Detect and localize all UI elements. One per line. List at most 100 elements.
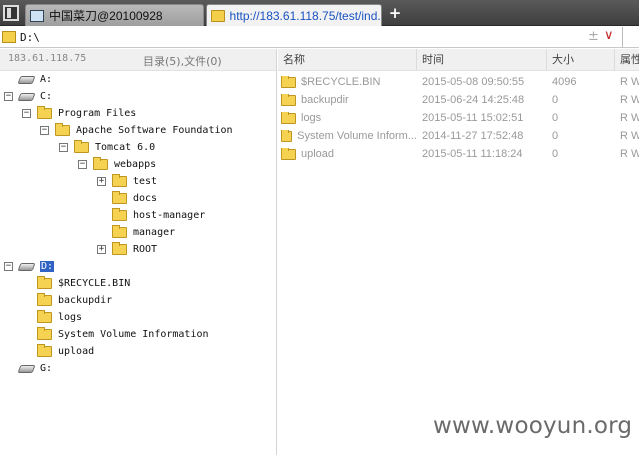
file-attr: R W: [620, 94, 639, 106]
folder-icon: [112, 174, 127, 187]
tree-node-label: webapps: [114, 159, 157, 170]
tree-node[interactable]: $RECYCLE.BIN: [22, 275, 130, 292]
folder-icon: [281, 76, 296, 88]
file-name-cell: upload: [281, 148, 417, 160]
folder-icon: [55, 123, 70, 136]
file-name: $RECYCLE.BIN: [301, 76, 381, 88]
tree-node[interactable]: − webapps: [78, 156, 156, 173]
tree-node[interactable]: − D:: [4, 258, 55, 275]
drive-icon: [17, 262, 36, 271]
tab-bar: 中国菜刀@20100928 http://183.61.118.75/test/…: [0, 0, 639, 26]
collapse-toggle[interactable]: −: [78, 160, 87, 169]
file-attr: R W: [620, 112, 639, 124]
add-bookmark-button[interactable]: ±: [588, 29, 599, 44]
tree-node-label: Tomcat 6.0: [95, 142, 156, 153]
tree-node[interactable]: backupdir: [22, 292, 112, 309]
file-time: 2014-11-27 17:52:48: [422, 130, 524, 142]
file-time: 2015-05-08 09:50:55: [422, 76, 525, 88]
tree-node[interactable]: − Apache Software Foundation: [40, 122, 233, 139]
folder-icon: [93, 157, 108, 170]
collapse-toggle[interactable]: −: [4, 92, 13, 101]
tab-url[interactable]: http://183.61.118.75/test/ind...: [206, 4, 382, 26]
host-ip: 183.61.118.75: [8, 53, 87, 64]
window-icon[interactable]: [3, 5, 19, 21]
collapse-toggle[interactable]: −: [59, 143, 68, 152]
tree-node-label: System Volume Information: [58, 329, 209, 340]
file-row[interactable]: $RECYCLE.BIN 2015-05-08 09:50:55 4096 R …: [278, 74, 639, 92]
folder-icon: [112, 225, 127, 238]
file-time: 2015-05-11 15:02:51: [422, 112, 524, 124]
folder-icon: [281, 130, 293, 142]
expand-toggle[interactable]: +: [97, 245, 106, 254]
tree-header: 183.61.118.75 目录(5),文件(0): [0, 49, 276, 71]
collapse-toggle[interactable]: −: [40, 126, 49, 135]
tab-caidao[interactable]: 中国菜刀@20100928: [25, 4, 204, 26]
folder-icon: [211, 9, 225, 22]
tree-node[interactable]: A:: [4, 71, 52, 88]
tree-node[interactable]: − Tomcat 6.0: [59, 139, 155, 156]
tree-node[interactable]: docs: [97, 190, 157, 207]
tree-node-label-selected: D:: [40, 261, 55, 272]
drive-icon: [17, 92, 36, 101]
tree-node[interactable]: G:: [4, 360, 52, 377]
folder-icon: [112, 208, 127, 221]
column-header-name[interactable]: 名称: [278, 49, 417, 71]
folder-icon: [112, 242, 127, 255]
file-name-cell: $RECYCLE.BIN: [281, 76, 417, 88]
tree-node-label: upload: [58, 346, 95, 357]
tree-node-label: test: [133, 176, 158, 187]
folder-icon: [112, 191, 127, 204]
tree-node-label: logs: [58, 312, 83, 323]
tab-label: 中国菜刀@20100928: [49, 9, 163, 23]
collapse-toggle[interactable]: −: [4, 262, 13, 271]
file-size: 0: [552, 148, 559, 160]
column-headers: 名称 时间 大小 属性: [278, 49, 639, 71]
file-size: 0: [552, 130, 559, 142]
computer-icon: [30, 9, 44, 22]
file-time: 2015-05-11 11:18:24: [422, 148, 523, 160]
folder-icon: [37, 276, 52, 289]
tree-node[interactable]: − Program Files: [22, 105, 136, 122]
folder-icon: [2, 31, 16, 43]
tree-node[interactable]: System Volume Information: [22, 326, 209, 343]
column-header-size[interactable]: 大小: [547, 49, 615, 71]
folder-icon: [37, 293, 52, 306]
file-size: 0: [552, 112, 559, 124]
file-row[interactable]: backupdir 2015-06-24 14:25:48 0 R W: [278, 92, 639, 110]
tree-node[interactable]: − C:: [4, 88, 52, 105]
new-tab-button[interactable]: +: [388, 4, 402, 22]
folder-icon: [37, 327, 52, 340]
file-row[interactable]: System Volume Inform... 2014-11-27 17:52…: [278, 128, 639, 146]
tree-node[interactable]: + ROOT: [97, 241, 157, 258]
tree-node[interactable]: logs: [22, 309, 82, 326]
folder-icon: [37, 310, 52, 323]
file-attr: R W: [620, 148, 639, 160]
tree-node-label: G:: [40, 363, 53, 374]
drive-icon: [17, 364, 36, 373]
tree-node-label: Apache Software Foundation: [76, 125, 233, 136]
tree-node-label: C:: [40, 91, 53, 102]
tree-node[interactable]: manager: [97, 224, 175, 241]
tree-node-label: A:: [40, 74, 53, 85]
address-bar: ± ∨: [0, 27, 639, 48]
column-header-time[interactable]: 时间: [417, 49, 547, 71]
file-size: 0: [552, 94, 559, 106]
file-row[interactable]: upload 2015-05-11 11:18:24 0 R W: [278, 146, 639, 164]
directory-tree-pane: 183.61.118.75 目录(5),文件(0) A: − C: − Prog…: [0, 49, 277, 455]
tree-node[interactable]: upload: [22, 343, 94, 360]
path-input[interactable]: [20, 30, 580, 45]
tree-node-label: docs: [133, 193, 158, 204]
column-header-attr[interactable]: 属性: [615, 49, 639, 71]
file-name: System Volume Inform...: [297, 130, 417, 142]
file-name-cell: System Volume Inform...: [281, 130, 417, 142]
file-row[interactable]: logs 2015-05-11 15:02:51 0 R W: [278, 110, 639, 128]
dropdown-icon[interactable]: ∨: [604, 28, 614, 43]
folder-icon: [281, 112, 296, 124]
collapse-toggle[interactable]: −: [22, 109, 31, 118]
expand-toggle[interactable]: +: [97, 177, 106, 186]
file-size: 4096: [552, 76, 577, 88]
tree-node[interactable]: + test: [97, 173, 157, 190]
tree-node-label: host-manager: [133, 210, 206, 221]
tree-node[interactable]: host-manager: [97, 207, 205, 224]
folder-icon: [37, 106, 52, 119]
